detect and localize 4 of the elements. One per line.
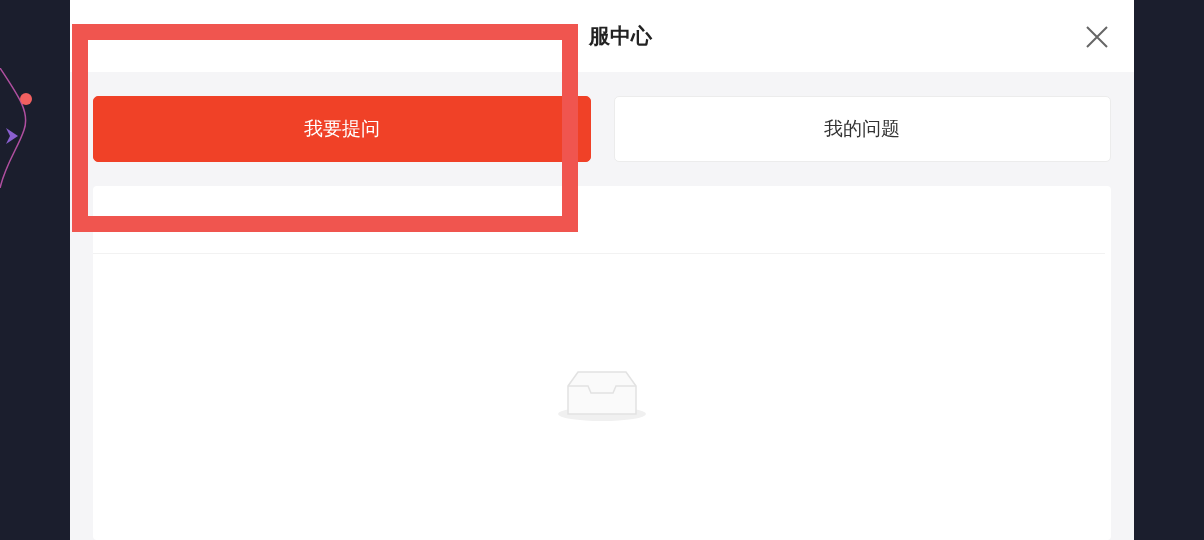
tab[interactable]: 我要提问 bbox=[93, 96, 591, 162]
close-icon[interactable] bbox=[1086, 26, 1108, 48]
tab[interactable]: 我的问题 bbox=[613, 96, 1111, 162]
dialog-title: 服中心 bbox=[588, 23, 652, 50]
